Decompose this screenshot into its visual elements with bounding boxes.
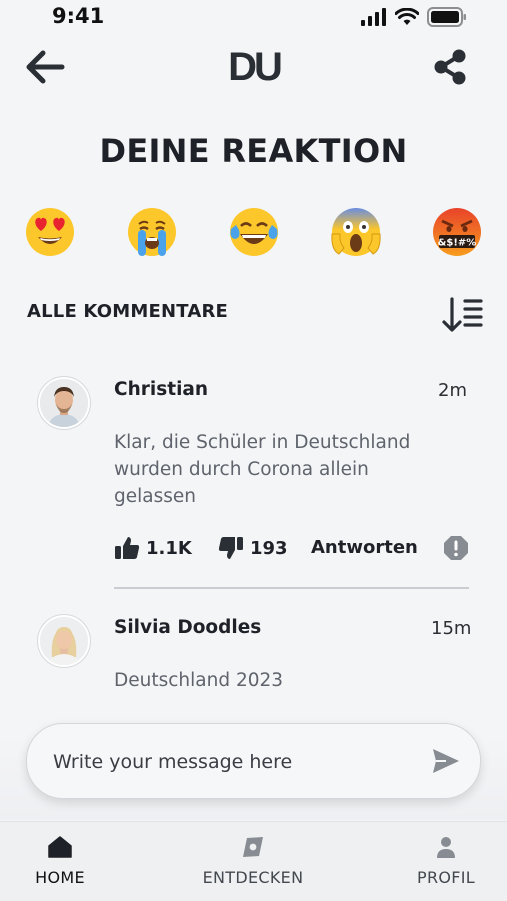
cursing-symbols: &$!#% <box>438 238 477 249</box>
tab-label: HOME <box>35 868 85 887</box>
comment-time: 2m <box>438 380 467 401</box>
sort-button[interactable] <box>441 295 485 335</box>
tab-bar: HOME ENTDECKEN PROFIL <box>0 821 507 901</box>
sort-icon <box>442 297 483 332</box>
comment-author[interactable]: Silvia Doodles <box>114 617 261 638</box>
crying-emoji-button[interactable] <box>126 206 178 258</box>
arrow-left-icon <box>26 50 65 84</box>
message-composer <box>26 723 481 799</box>
avatar[interactable] <box>38 615 90 667</box>
screaming-emoji-button[interactable] <box>330 206 382 258</box>
tab-label: PROFIL <box>417 868 475 887</box>
user-icon <box>437 837 455 858</box>
alert-octagon-icon <box>444 536 468 560</box>
dislike-button[interactable]: 193 <box>218 535 288 561</box>
share-icon <box>434 49 466 85</box>
comment-divider <box>114 587 469 589</box>
user-avatar-icon <box>40 379 88 427</box>
thumbs-down-icon <box>218 537 243 559</box>
dislike-count: 193 <box>250 537 288 559</box>
tears-of-joy-emoji-button[interactable] <box>228 206 280 258</box>
signal-icon <box>361 8 386 26</box>
comment-time: 15m <box>431 618 472 639</box>
status-icons <box>361 7 467 27</box>
send-icon <box>433 749 459 773</box>
tab-entdecken[interactable]: ENTDECKEN <box>196 836 310 887</box>
share-button[interactable] <box>431 48 469 86</box>
like-button[interactable]: 1.1K <box>114 535 192 561</box>
tab-label: ENTDECKEN <box>202 868 304 887</box>
status-time: 9:41 <box>52 4 105 28</box>
comment-text: Klar, die Schüler in Deutschland wurden … <box>114 432 411 507</box>
cursing-emoji-button[interactable]: &$!#% <box>431 206 483 258</box>
cursing-emoji-icon: &$!#% <box>433 208 481 256</box>
compass-icon <box>243 837 263 857</box>
home-icon <box>48 836 72 858</box>
crying-emoji-icon <box>128 208 176 256</box>
comments-section-title: ALLE KOMMENTARE <box>27 301 229 322</box>
avatar[interactable] <box>38 377 90 429</box>
thumbs-up-icon <box>115 537 140 559</box>
battery-icon <box>427 7 466 27</box>
user-avatar-icon <box>40 617 88 665</box>
heart-eyes-emoji-icon <box>26 208 74 256</box>
app-logo: DU <box>222 45 286 89</box>
like-count: 1.1K <box>146 537 192 559</box>
report-button[interactable] <box>443 535 469 565</box>
screaming-emoji-icon <box>331 208 381 256</box>
send-button[interactable] <box>432 748 460 774</box>
tab-home[interactable]: HOME <box>22 836 98 887</box>
message-input[interactable] <box>51 744 415 780</box>
comment-author[interactable]: Christian <box>114 379 208 400</box>
logo-text: DU <box>228 47 281 85</box>
tears-of-joy-emoji-icon <box>230 208 278 256</box>
heart-eyes-emoji-button[interactable] <box>24 206 76 258</box>
tab-profil[interactable]: PROFIL <box>408 836 484 887</box>
wifi-icon <box>395 8 419 25</box>
reply-button[interactable]: Antworten <box>311 537 418 558</box>
back-button[interactable] <box>24 48 66 86</box>
reaction-title: DEINE REAKTION <box>99 132 408 170</box>
